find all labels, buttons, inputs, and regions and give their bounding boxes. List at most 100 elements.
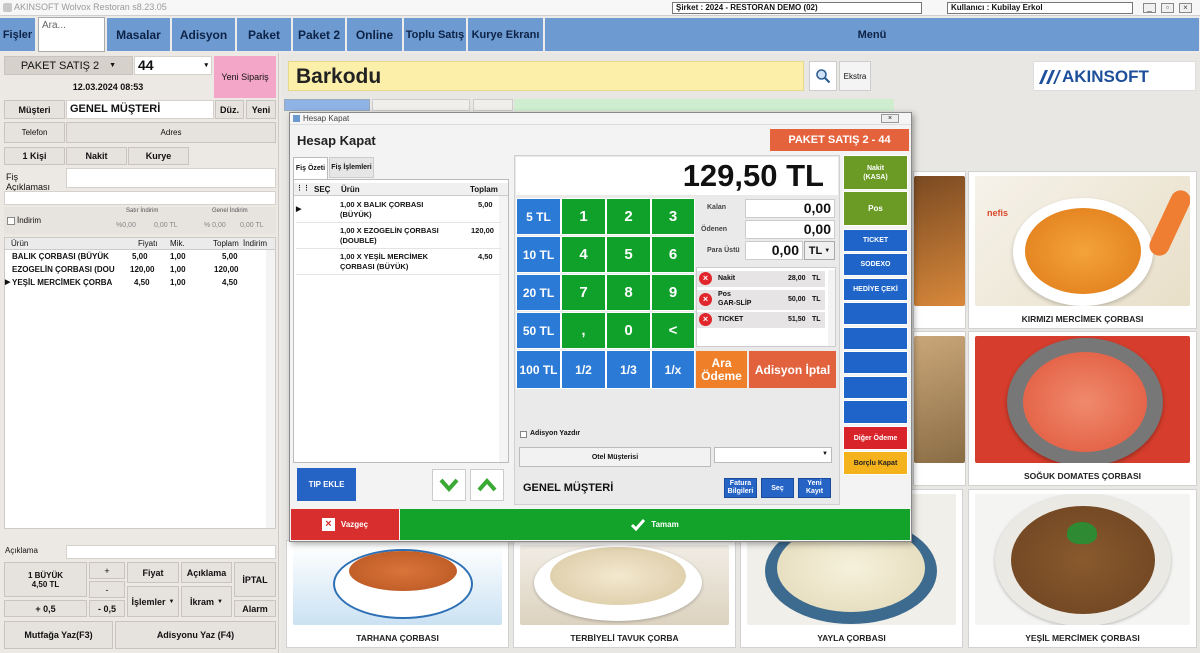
table-row[interactable]: BALIK ÇORBASI (BÜYÜK 5,00 1,00 5,00 xyxy=(4,251,276,264)
quick-10tl-button[interactable]: 10 TL xyxy=(516,236,561,273)
increase-button[interactable]: + xyxy=(89,562,125,579)
other-payment-button[interactable]: Diğer Ödeme xyxy=(843,426,908,450)
pay-cash-button[interactable]: Nakit (KASA) xyxy=(843,155,908,190)
key-7[interactable]: 7 xyxy=(561,274,606,311)
ikram-button[interactable]: İkram ▼ xyxy=(181,586,232,617)
nav-adisyon[interactable]: Adisyon xyxy=(172,18,236,51)
aciklama-field[interactable] xyxy=(66,545,276,559)
key-backspace[interactable]: < xyxy=(651,312,695,349)
product-card[interactable]: TARHANA ÇORBASI xyxy=(286,540,509,648)
ekstra-button[interactable]: Ekstra xyxy=(839,61,871,91)
nav-kurye-ekrani[interactable]: Kurye Ekranı xyxy=(468,18,544,51)
key-3[interactable]: 3 xyxy=(651,198,695,235)
key-0[interactable]: 0 xyxy=(606,312,651,349)
new-customer-button[interactable]: Yeni Kayıt xyxy=(798,478,831,498)
pay-sodexo-button[interactable]: SODEXO xyxy=(843,253,908,276)
decrease-button[interactable]: - xyxy=(89,581,125,598)
key-1[interactable]: 1 xyxy=(561,198,606,235)
nav-online[interactable]: Online xyxy=(347,18,403,51)
order-type-select[interactable]: PAKET SATIŞ 2 ▼ xyxy=(4,56,133,75)
pay-gift-card-button[interactable]: HEDİYE ÇEKİ xyxy=(843,278,908,301)
quick-50tl-button[interactable]: 50 TL xyxy=(516,312,561,349)
table-row[interactable]: EZOGELİN ÇORBASI (DOU 120,00 1,00 120,00 xyxy=(4,264,276,277)
partial-payment-button[interactable]: Ara Ödeme xyxy=(696,351,747,388)
alarm-button[interactable]: Alarm xyxy=(234,600,276,617)
category-tab[interactable] xyxy=(284,99,370,111)
fraction-x-button[interactable]: 1/x xyxy=(651,350,695,389)
discount-checkbox[interactable] xyxy=(7,217,15,225)
nav-toplu-satis[interactable]: Toplu Satış xyxy=(404,18,467,51)
product-card[interactable]: TERBİYELİ TAVUK ÇORBA xyxy=(513,540,736,648)
nav-paket2[interactable]: Paket 2 xyxy=(293,18,346,51)
aciklama-button[interactable]: Açıklama xyxy=(181,562,232,583)
receipt-print-button[interactable]: Adisyonu Yaz (F4) xyxy=(115,621,276,649)
product-card[interactable] xyxy=(913,331,966,486)
pay-option-button[interactable] xyxy=(843,400,908,424)
close-icon[interactable]: × xyxy=(1179,3,1192,13)
key-4[interactable]: 4 xyxy=(561,236,606,273)
tip-add-button[interactable]: TIP EKLE xyxy=(297,468,356,501)
barcode-field[interactable]: Barkodu xyxy=(288,61,804,91)
product-card[interactable]: nefis KIRMIZI MERCİMEK ÇORBASI xyxy=(968,171,1197,329)
hotel-select[interactable]: ▼ xyxy=(714,447,832,463)
search-input[interactable]: Ara... xyxy=(38,17,105,52)
new-order-button[interactable]: Yeni Sipariş xyxy=(214,56,276,98)
key-2[interactable]: 2 xyxy=(606,198,651,235)
table-row[interactable]: ▶ YEŞİL MERCİMEK ÇORBA 4,50 1,00 4,50 xyxy=(4,277,276,290)
pay-option-button[interactable] xyxy=(843,327,908,350)
nav-paket[interactable]: Paket xyxy=(237,18,292,51)
select-customer-button[interactable]: Seç xyxy=(761,478,794,498)
list-item[interactable]: 1,00 X EZOGELİN ÇORBASI (DOUBLE) 120,00 xyxy=(296,223,501,249)
fraction-third-button[interactable]: 1/3 xyxy=(606,350,651,389)
hotel-customer-button[interactable]: Otel Müşterisi xyxy=(519,447,711,467)
payment-entry[interactable]: × TICKET 51,50 TL xyxy=(697,312,825,328)
key-6[interactable]: 6 xyxy=(651,236,695,273)
pay-ticket-button[interactable]: TICKET xyxy=(843,229,908,252)
persons-button[interactable]: 1 Kişi xyxy=(4,147,65,165)
quick-100tl-button[interactable]: 100 TL xyxy=(516,350,561,389)
remove-payment-icon[interactable]: × xyxy=(699,272,712,285)
cancel-button[interactable]: × Vazgeç xyxy=(291,509,399,540)
nav-masalar[interactable]: Masalar xyxy=(107,18,171,51)
currency-select[interactable]: TL ▼ xyxy=(804,241,835,260)
product-card[interactable]: SOĞUK DOMATES ÇORBASI xyxy=(968,331,1197,486)
debtor-close-button[interactable]: Borçlu Kapat xyxy=(843,451,908,475)
category-tab[interactable] xyxy=(514,99,894,111)
cancel-item-button[interactable]: İPTAL xyxy=(234,562,276,597)
payment-list-scrollbar[interactable] xyxy=(828,270,835,346)
quick-5tl-button[interactable]: 5 TL xyxy=(516,198,561,235)
dialog-close-icon[interactable]: × xyxy=(881,114,899,123)
invoice-info-button[interactable]: Fatura Bilgileri xyxy=(724,478,757,498)
category-tab[interactable] xyxy=(473,99,513,111)
move-down-button[interactable] xyxy=(432,469,466,501)
payment-entry[interactable]: × Pos GAR-SLİP 50,00 TL xyxy=(697,290,825,310)
minus-half-button[interactable]: - 0,5 xyxy=(89,600,125,617)
customer-name-field[interactable]: GENEL MÜŞTERİ xyxy=(66,100,214,119)
payment-type-button[interactable]: Nakit xyxy=(66,147,127,165)
cancel-receipt-button[interactable]: Adisyon İptal xyxy=(749,351,836,388)
fraction-half-button[interactable]: 1/2 xyxy=(561,350,606,389)
move-up-button[interactable] xyxy=(470,469,504,501)
product-card[interactable]: YEŞİL MERCİMEK ÇORBASI xyxy=(968,489,1197,648)
pay-pos-button[interactable]: Pos xyxy=(843,191,908,226)
nav-menu[interactable]: Menü xyxy=(545,18,1200,51)
list-item[interactable]: 1,00 X YEŞİL MERCİMEK ÇORBASI (BÜYÜK) 4,… xyxy=(296,249,501,275)
key-8[interactable]: 8 xyxy=(606,274,651,311)
price-button[interactable]: Fiyat xyxy=(127,562,179,583)
quick-20tl-button[interactable]: 20 TL xyxy=(516,274,561,311)
pay-option-button[interactable] xyxy=(843,351,908,374)
plus-half-button[interactable]: + 0,5 xyxy=(4,600,87,617)
customer-edit-button[interactable]: Düz. xyxy=(215,100,244,119)
pay-option-button[interactable] xyxy=(843,376,908,399)
payment-entry[interactable]: × Nakit 28,00 TL xyxy=(697,271,825,287)
restore-icon[interactable]: ▫ xyxy=(1161,3,1174,13)
key-comma[interactable]: , xyxy=(561,312,606,349)
category-tab[interactable] xyxy=(372,99,470,111)
kitchen-print-button[interactable]: Mutfağa Yaz(F3) xyxy=(4,621,113,649)
tab-fis-ozeti[interactable]: Fiş Özeti xyxy=(293,157,328,179)
customer-new-button[interactable]: Yeni xyxy=(246,100,276,119)
search-icon[interactable] xyxy=(809,61,837,91)
list-item[interactable]: ▶ 1,00 X BALIK ÇORBASI (BÜYÜK) 5,00 xyxy=(296,197,501,223)
pay-option-button[interactable] xyxy=(843,302,908,325)
items-scrollbar[interactable] xyxy=(266,250,275,528)
